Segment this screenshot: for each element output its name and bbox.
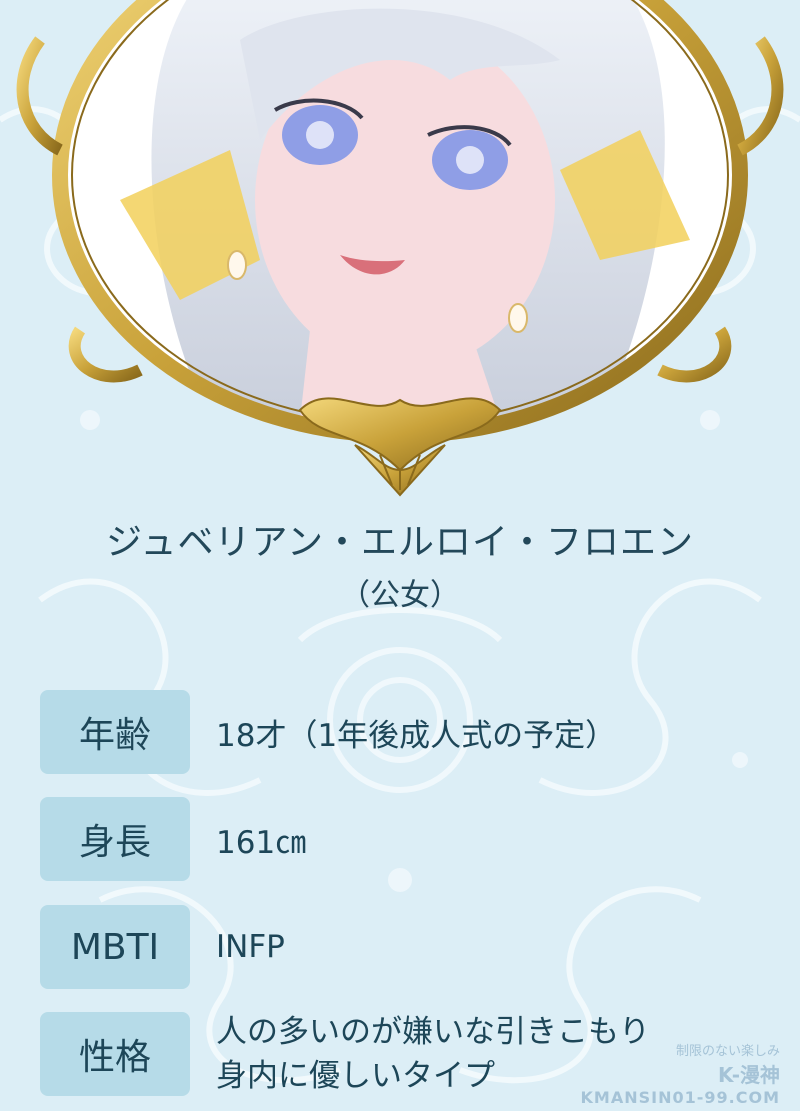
character-name-block: ジュベリアン・エルロイ・フロエン （公女）	[0, 515, 800, 621]
row-label: 性格	[40, 1012, 190, 1096]
profile-row-height: 身長 161㎝	[40, 797, 760, 881]
row-value: 18才（1年後成人式の予定）	[216, 717, 617, 754]
row-value-line: 身内に優しいタイプ	[216, 1058, 495, 1094]
character-name: ジュベリアン・エルロイ・フロエン	[105, 522, 695, 563]
profile-row-mbti: MBTI INFP	[40, 905, 760, 989]
character-title: （公女）	[340, 578, 460, 613]
watermark-tagline: 制限のない楽しみ	[675, 1044, 780, 1059]
frame-shell-ornament	[298, 397, 502, 497]
row-value: INFP	[216, 929, 285, 965]
site-watermark: 制限のない楽しみ K-漫神 KMANSIN01-99.COM	[581, 1040, 780, 1107]
row-label: 身長	[40, 797, 190, 881]
watermark-brand: K-漫神	[717, 1063, 780, 1087]
row-label: MBTI	[40, 905, 190, 989]
portrait-frame	[16, 0, 784, 497]
watermark-url: KMANSIN01-99.COM	[580, 1088, 780, 1107]
row-label: 年齢	[40, 690, 190, 774]
row-value: 161㎝	[216, 824, 307, 861]
profile-row-age: 年齢 18才（1年後成人式の予定）	[40, 690, 760, 774]
